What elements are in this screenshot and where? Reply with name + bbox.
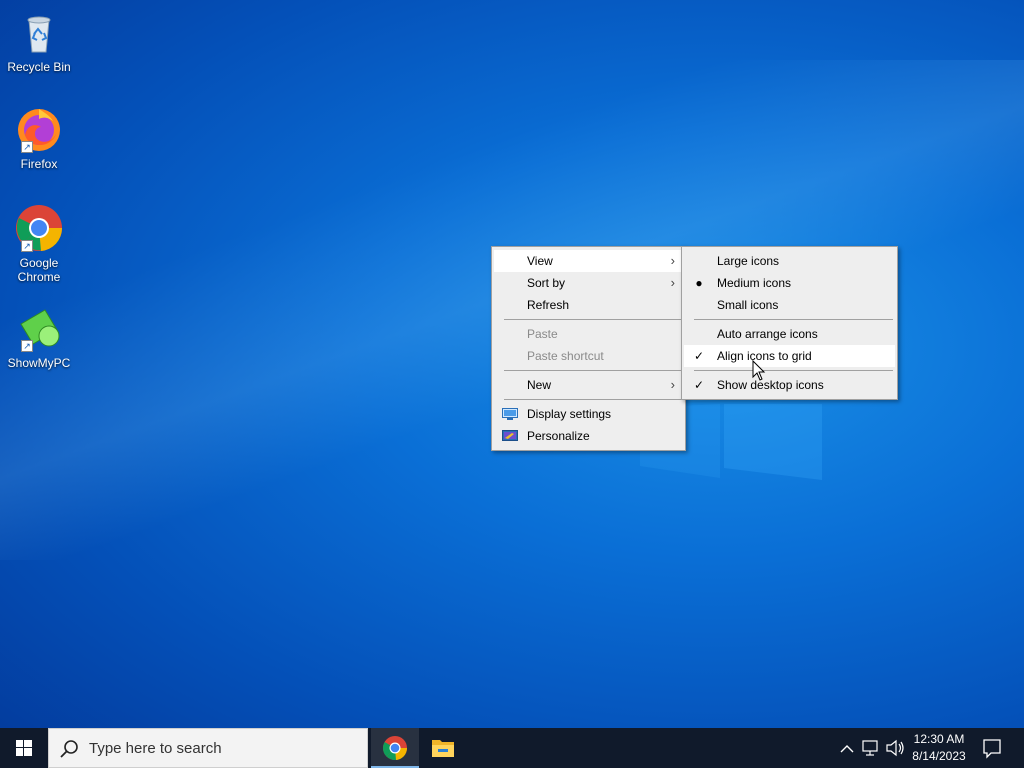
desktop-icon-recycle-bin[interactable]: Recycle Bin [4,8,74,74]
search-icon [60,740,78,758]
menu-item-medium-icons[interactable]: ● Medium icons [684,272,895,294]
shortcut-arrow-icon: ↗ [21,240,33,252]
desktop-icon-showmypc[interactable]: ↗ ShowMyPC [4,304,74,370]
clock-date: 8/14/2023 [912,749,966,763]
chrome-icon [382,736,408,761]
taskbar-chrome-button[interactable] [371,728,419,768]
menu-item-view-label: View [527,254,553,268]
menu-item-personalize[interactable]: Personalize [494,425,683,447]
menu-item-refresh-label: Refresh [527,298,570,312]
menu-separator [504,319,681,320]
recycle-bin-label: Recycle Bin [7,60,71,74]
menu-item-small-icons[interactable]: Small icons [684,294,895,316]
menu-item-new[interactable]: New › [494,374,683,396]
display-settings-icon [502,408,518,420]
menu-item-large-icons[interactable]: Large icons [684,250,895,272]
menu-item-sort-by[interactable]: Sort by › [494,272,683,294]
menu-item-paste-label: Paste [527,327,558,341]
start-button[interactable] [0,728,48,768]
clock-time: 12:30 AM [913,732,965,746]
showmypc-icon: ↗ [15,304,63,352]
chrome-icon: ↗ [15,204,63,252]
menu-item-medium-icons-label: Medium icons [717,276,792,290]
menu-item-new-label: New [527,378,552,392]
menu-item-paste: Paste [494,323,683,345]
firefox-label: Firefox [20,157,58,171]
menu-item-paste-shortcut-label: Paste shortcut [527,349,604,363]
menu-item-paste-shortcut: Paste shortcut [494,345,683,367]
taskbar-file-explorer-button[interactable] [419,728,467,768]
mouse-cursor-icon [752,360,766,381]
desktop-context-menu: View › Sort by › Refresh Paste Paste sho… [491,246,686,451]
menu-item-display-settings[interactable]: Display settings [494,403,683,425]
view-submenu: Large icons ● Medium icons Small icons A… [681,246,898,400]
menu-item-align-to-grid[interactable]: ✓ Align icons to grid [684,345,895,367]
menu-item-sort-by-label: Sort by [527,276,566,290]
volume-icon[interactable] [884,728,906,768]
menu-item-view[interactable]: View › [494,250,683,272]
chevron-right-icon: › [670,253,675,268]
shortcut-arrow-icon: ↗ [21,340,33,352]
desktop-icon-google-chrome[interactable]: ↗ Google Chrome [4,204,74,284]
desktop-icon-firefox[interactable]: ↗ Firefox [4,105,74,171]
taskbar-clock[interactable]: 12:30 AM 8/14/2023 [906,731,972,765]
show-hidden-icons-chevron-icon[interactable] [838,728,856,768]
personalize-icon [502,430,518,441]
showmypc-label: ShowMyPC [7,356,71,370]
menu-item-show-desktop-icons[interactable]: ✓ Show desktop icons [684,374,895,396]
menu-item-large-icons-label: Large icons [717,254,780,268]
menu-item-personalize-label: Personalize [527,429,590,443]
chevron-right-icon: › [670,275,675,290]
checkmark-icon: ✓ [693,378,705,392]
menu-item-show-desktop-icons-label: Show desktop icons [717,378,824,392]
menu-item-refresh[interactable]: Refresh [494,294,683,316]
menu-item-auto-arrange-label: Auto arrange icons [717,327,818,341]
menu-separator [694,319,893,320]
menu-separator [504,370,681,371]
windows-start-icon [16,740,32,756]
menu-separator [694,370,893,371]
chrome-label: Google Chrome [17,256,61,284]
search-placeholder: Type here to search [89,740,222,757]
menu-separator [504,399,681,400]
file-explorer-icon [432,740,454,757]
menu-item-auto-arrange[interactable]: Auto arrange icons [684,323,895,345]
taskbar-search-box[interactable]: Type here to search [48,728,368,768]
action-center-notification-icon[interactable] [980,728,1004,768]
recycle-bin-icon [15,8,63,56]
taskbar: Type here to search 12:30 AM 8/14/2023 [0,728,1024,768]
menu-item-small-icons-label: Small icons [717,298,779,312]
radio-bullet-icon: ● [695,276,703,290]
menu-item-display-settings-label: Display settings [527,407,612,421]
shortcut-arrow-icon: ↗ [21,141,33,153]
network-icon[interactable] [861,728,881,768]
firefox-icon: ↗ [15,105,63,153]
chevron-right-icon: › [670,377,675,392]
checkmark-icon: ✓ [693,349,705,363]
